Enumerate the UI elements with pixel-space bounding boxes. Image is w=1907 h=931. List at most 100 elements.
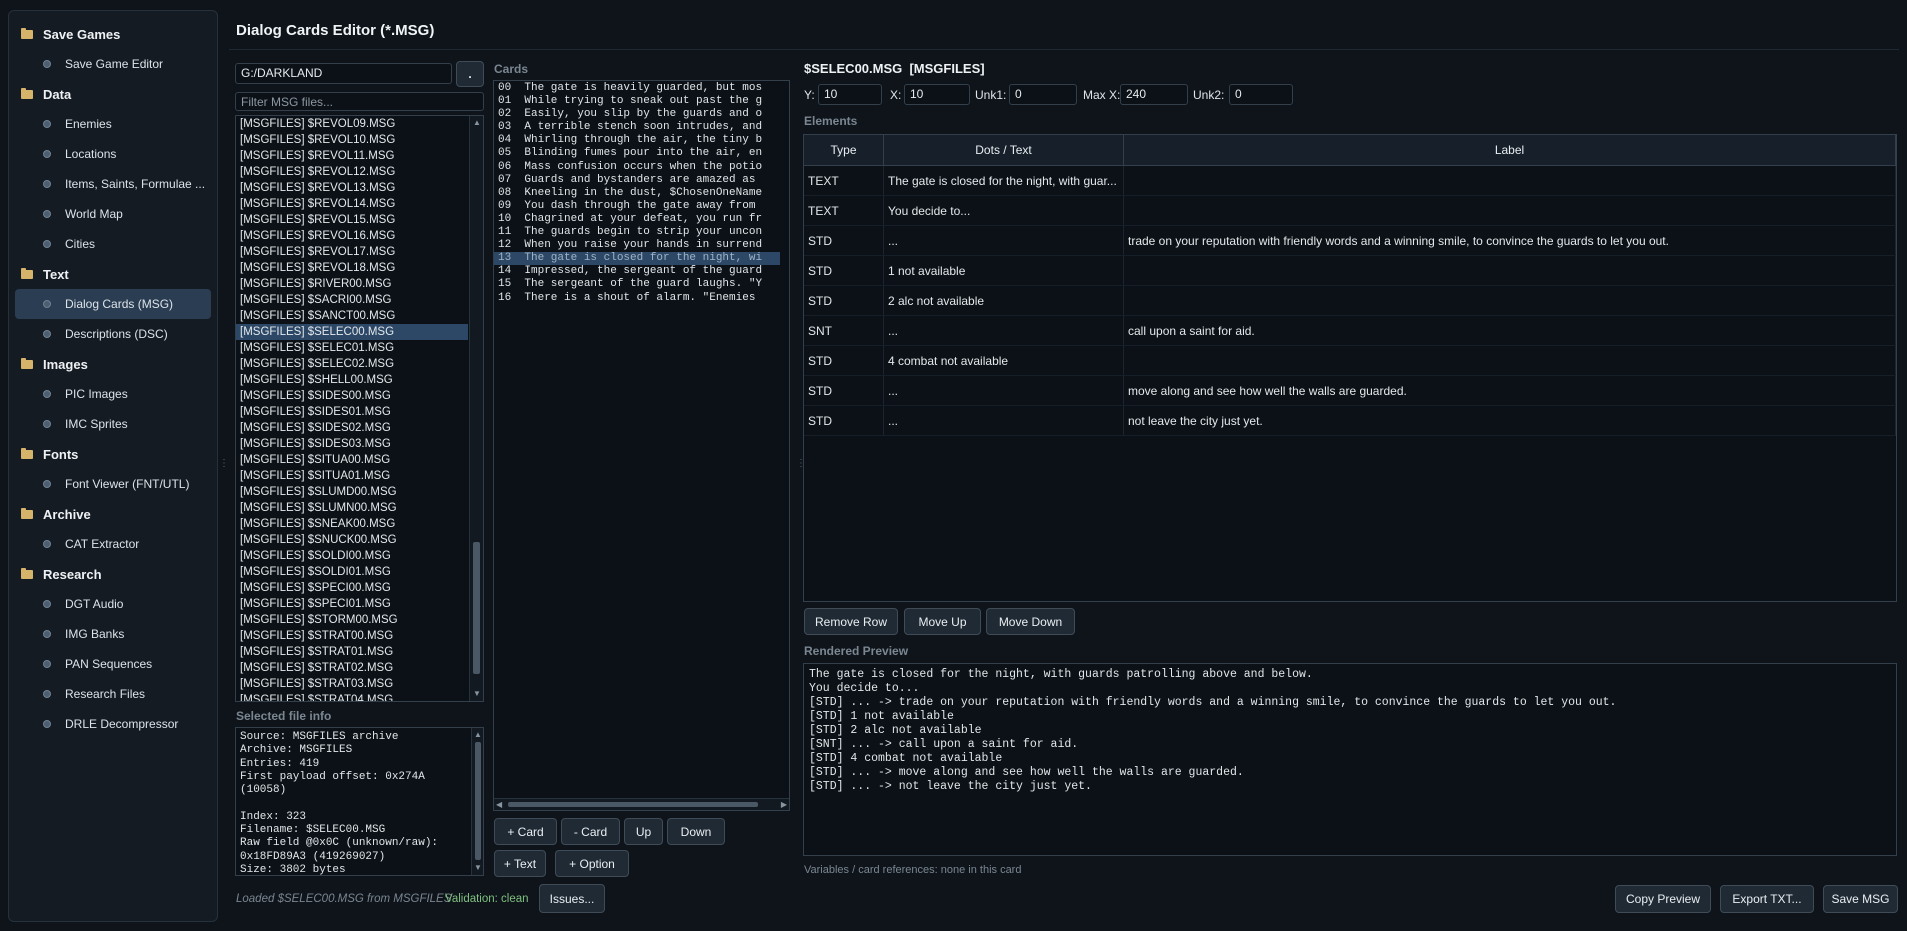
list-item[interactable]: [MSGFILES] $SIDES01.MSG <box>236 404 468 420</box>
list-item[interactable]: [MSGFILES] $STRAT04.MSG <box>236 692 468 701</box>
elements-table[interactable]: Type Dots / Text Label TEXT The gate is c… <box>803 134 1897 602</box>
scroll-thumb[interactable] <box>475 742 481 860</box>
list-item[interactable]: 06 Mass confusion occurs when the potio <box>494 161 780 174</box>
list-item[interactable]: [MSGFILES] $REVOL15.MSG <box>236 212 468 228</box>
list-item[interactable]: 12 When you raise your hands in surrend <box>494 239 780 252</box>
cell-dots-text[interactable]: ... <box>884 406 1124 435</box>
cell-label[interactable]: trade on your reputation with friendly w… <box>1124 226 1896 255</box>
table-row[interactable]: TEXT The gate is closed for the night, wi… <box>804 166 1896 196</box>
cell-label[interactable] <box>1124 166 1896 195</box>
list-item[interactable]: 08 Kneeling in the dust, $ChosenOneName <box>494 187 780 200</box>
msg-file-list[interactable]: [MSGFILES] $REVOL09.MSG [MSGFILES] $REVOL… <box>235 115 484 702</box>
sidebar-item-locations[interactable]: Locations <box>15 139 211 169</box>
list-item[interactable]: [MSGFILES] $STRAT03.MSG <box>236 676 468 692</box>
list-item[interactable]: [MSGFILES] $REVOL11.MSG <box>236 148 468 164</box>
list-item[interactable]: [MSGFILES] $REVOL18.MSG <box>236 260 468 276</box>
list-item[interactable]: [MSGFILES] $REVOL13.MSG <box>236 180 468 196</box>
cell-type[interactable]: STD <box>804 226 884 255</box>
column-header-dots-text[interactable]: Dots / Text <box>884 135 1124 165</box>
x-field[interactable]: 10 <box>904 84 970 105</box>
move-up-button[interactable]: Move Up <box>904 608 981 635</box>
list-item[interactable]: [MSGFILES] $SELEC01.MSG <box>236 340 468 356</box>
scroll-down-icon[interactable]: ▼ <box>473 863 483 873</box>
cell-type[interactable]: STD <box>804 256 884 285</box>
table-row[interactable]: SNT... call upon a saint for aid. <box>804 316 1896 346</box>
add-card-button[interactable]: + Card <box>494 818 557 845</box>
info-scrollbar[interactable]: ▲ ▼ <box>471 728 483 875</box>
column-header-type[interactable]: Type <box>804 135 884 165</box>
list-item[interactable]: [MSGFILES] $SOLDI00.MSG <box>236 548 468 564</box>
table-row[interactable]: STD... trade on your reputation with frie… <box>804 226 1896 256</box>
list-item[interactable]: [MSGFILES] $SPECI00.MSG <box>236 580 468 596</box>
list-item[interactable]: [MSGFILES] $SITUA01.MSG <box>236 468 468 484</box>
sidebar-item-img-banks[interactable]: IMG Banks <box>15 619 211 649</box>
list-item[interactable]: [MSGFILES] $SANCT00.MSG <box>236 308 468 324</box>
list-item[interactable]: [MSGFILES] $REVOL09.MSG <box>236 116 468 132</box>
y-field[interactable]: 10 <box>818 84 882 105</box>
sidebar-section-fonts[interactable]: Fonts <box>15 439 211 469</box>
cell-dots-text[interactable]: 1 not available <box>884 256 1124 285</box>
cell-type[interactable]: TEXT <box>804 196 884 225</box>
cell-type[interactable]: STD <box>804 346 884 375</box>
list-item[interactable]: 11 The guards begin to strip your uncon <box>494 226 780 239</box>
list-item[interactable]: 16 There is a shout of alarm. "Enemies <box>494 292 780 305</box>
scroll-down-icon[interactable]: ▼ <box>472 689 482 699</box>
cell-type[interactable]: TEXT <box>804 166 884 195</box>
cell-label[interactable] <box>1124 286 1896 315</box>
card-list[interactable]: 00 The gate is heavily guarded, but mos 0… <box>493 80 790 811</box>
sidebar-item-pan-sequences[interactable]: PAN Sequences <box>15 649 211 679</box>
sidebar-item-dialog-cards-msg[interactable]: Dialog Cards (MSG) <box>15 289 211 319</box>
cell-dots-text[interactable]: You decide to... <box>884 196 1124 225</box>
list-item[interactable]: [MSGFILES] $REVOL12.MSG <box>236 164 468 180</box>
rendered-preview[interactable]: The gate is closed for the night, with g… <box>803 663 1897 856</box>
card-down-button[interactable]: Down <box>667 818 725 845</box>
sidebar-item-imc-sprites[interactable]: IMC Sprites <box>15 409 211 439</box>
list-item[interactable]: 02 Easily, you slip by the guards and o <box>494 108 780 121</box>
cell-dots-text[interactable]: ... <box>884 376 1124 405</box>
issues-button[interactable]: Issues... <box>539 884 605 913</box>
unk1-field[interactable]: 0 <box>1009 84 1077 105</box>
list-item[interactable]: 05 Blinding fumes pour into the air, en <box>494 147 780 160</box>
scroll-thumb[interactable] <box>473 542 480 674</box>
list-item[interactable]: [MSGFILES] $SNUCK00.MSG <box>236 532 468 548</box>
table-row[interactable]: STD... move along and see how well the wa… <box>804 376 1896 406</box>
cell-dots-text[interactable]: 2 alc not available <box>884 286 1124 315</box>
list-item[interactable]: [MSGFILES] $SOLDI01.MSG <box>236 564 468 580</box>
list-item[interactable]: 07 Guards and bystanders are amazed as <box>494 174 780 187</box>
splitter-handle-icon[interactable]: ⋮ <box>796 458 806 469</box>
list-item[interactable]: [MSGFILES] $SLUMD00.MSG <box>236 484 468 500</box>
list-item[interactable]: [MSGFILES] $SNEAK00.MSG <box>236 516 468 532</box>
sidebar-item-cat-extractor[interactable]: CAT Extractor <box>15 529 211 559</box>
list-item[interactable]: [MSGFILES] $REVOL14.MSG <box>236 196 468 212</box>
sidebar-section-data[interactable]: Data <box>15 79 211 109</box>
cell-type[interactable]: SNT <box>804 316 884 345</box>
list-item[interactable]: [MSGFILES] $STORM00.MSG <box>236 612 468 628</box>
scroll-up-icon[interactable]: ▲ <box>472 118 482 128</box>
sidebar-item-dgt-audio[interactable]: DGT Audio <box>15 589 211 619</box>
column-header-label[interactable]: Label <box>1124 135 1896 165</box>
list-item[interactable]: [MSGFILES] $SPECI01.MSG <box>236 596 468 612</box>
cell-dots-text[interactable]: ... <box>884 226 1124 255</box>
list-item[interactable]: [MSGFILES] $SIDES00.MSG <box>236 388 468 404</box>
list-item[interactable]: [MSGFILES] $REVOL16.MSG <box>236 228 468 244</box>
unk2-field[interactable]: 0 <box>1229 84 1293 105</box>
list-item[interactable]: 04 Whirling through the air, the tiny b <box>494 134 780 147</box>
cell-dots-text[interactable]: 4 combat not available <box>884 346 1124 375</box>
list-item[interactable]: [MSGFILES] $SELEC00.MSG <box>236 324 468 340</box>
filter-input[interactable]: Filter MSG files... <box>235 92 484 111</box>
sidebar-item-research-files[interactable]: Research Files <box>15 679 211 709</box>
add-option-button[interactable]: + Option <box>555 850 629 877</box>
sidebar-item-descriptions-dsc[interactable]: Descriptions (DSC) <box>15 319 211 349</box>
sidebar-section-save-games[interactable]: Save Games <box>15 19 211 49</box>
scroll-thumb[interactable] <box>508 802 758 807</box>
cell-label[interactable] <box>1124 256 1896 285</box>
list-item[interactable]: [MSGFILES] $SIDES02.MSG <box>236 420 468 436</box>
cell-label[interactable]: call upon a saint for aid. <box>1124 316 1896 345</box>
list-item[interactable]: 00 The gate is heavily guarded, but mos <box>494 82 780 95</box>
list-item[interactable]: 09 You dash through the gate away from <box>494 200 780 213</box>
list-item[interactable]: [MSGFILES] $SLUMN00.MSG <box>236 500 468 516</box>
list-item[interactable]: [MSGFILES] $SACRI00.MSG <box>236 292 468 308</box>
file-list-scrollbar[interactable]: ▲ ▼ <box>469 116 483 701</box>
card-hscrollbar[interactable]: ◀ ▶ <box>494 798 789 810</box>
cell-label[interactable] <box>1124 346 1896 375</box>
